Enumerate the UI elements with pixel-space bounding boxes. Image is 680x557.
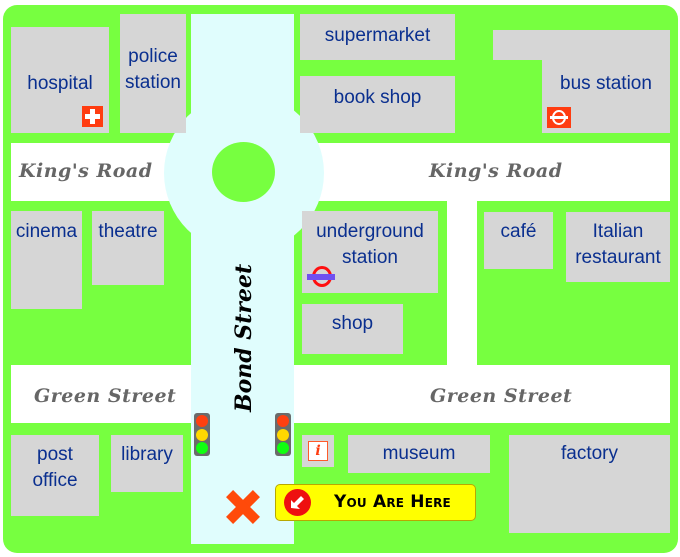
underground-roundel-icon xyxy=(307,266,335,288)
museum[interactable]: museum xyxy=(348,435,490,473)
traffic-light-right-icon xyxy=(275,413,291,456)
theatre[interactable]: theatre xyxy=(92,211,164,285)
kings-road-label-left: King's Road xyxy=(19,160,153,182)
book-shop[interactable]: book shop xyxy=(300,76,455,133)
info-icon-box: i xyxy=(302,435,334,467)
factory[interactable]: factory xyxy=(509,435,670,533)
underground-label-1: underground xyxy=(316,221,424,242)
police-station-label-2: station xyxy=(125,72,181,93)
post-office-label-2: office xyxy=(32,470,78,491)
bond-street-label: Bond Street xyxy=(231,263,257,412)
roundabout-island xyxy=(212,142,275,202)
italian-label-2: restaurant xyxy=(575,247,661,268)
library[interactable]: library xyxy=(111,435,183,492)
info-icon: i xyxy=(308,441,328,461)
hospital-label: hospital xyxy=(27,73,93,94)
first-aid-icon xyxy=(82,106,103,127)
bus-station-top xyxy=(493,30,670,60)
museum-label: museum xyxy=(382,443,456,464)
shop[interactable]: shop xyxy=(302,304,403,354)
green-street-label-left: Green Street xyxy=(34,385,177,407)
post-office-label-1: post xyxy=(37,444,73,465)
italian-label-1: Italian xyxy=(592,221,644,242)
supermarket[interactable]: supermarket xyxy=(300,14,455,60)
you-are-here-banner: You Are Here xyxy=(275,484,476,521)
supermarket-label: supermarket xyxy=(324,25,431,46)
arrow-down-left-icon xyxy=(284,489,311,516)
cafe-label: café xyxy=(500,221,537,242)
italian-restaurant[interactable]: Italian restaurant xyxy=(566,212,670,282)
you-are-here-label: You Are Here xyxy=(334,492,451,512)
police-station-label-1: police xyxy=(128,46,178,67)
side-road xyxy=(447,200,477,366)
cinema-label: cinema xyxy=(15,221,78,242)
police-station[interactable]: police station xyxy=(120,14,186,133)
shop-label: shop xyxy=(331,313,374,334)
post-office[interactable]: post office xyxy=(11,435,99,516)
traffic-light-left-icon xyxy=(194,413,210,456)
x-marker-icon xyxy=(226,490,260,524)
factory-label: factory xyxy=(560,443,619,464)
cafe[interactable]: café xyxy=(484,212,553,269)
library-label: library xyxy=(121,444,173,465)
bus-roundel-icon xyxy=(547,107,571,128)
cinema[interactable]: cinema xyxy=(11,211,82,309)
book-shop-label: book shop xyxy=(333,87,422,108)
bus-station-label: bus station xyxy=(560,73,652,94)
kings-road-label-right: King's Road xyxy=(429,160,563,182)
theatre-label: theatre xyxy=(98,221,158,242)
green-street-label-right: Green Street xyxy=(430,385,573,407)
